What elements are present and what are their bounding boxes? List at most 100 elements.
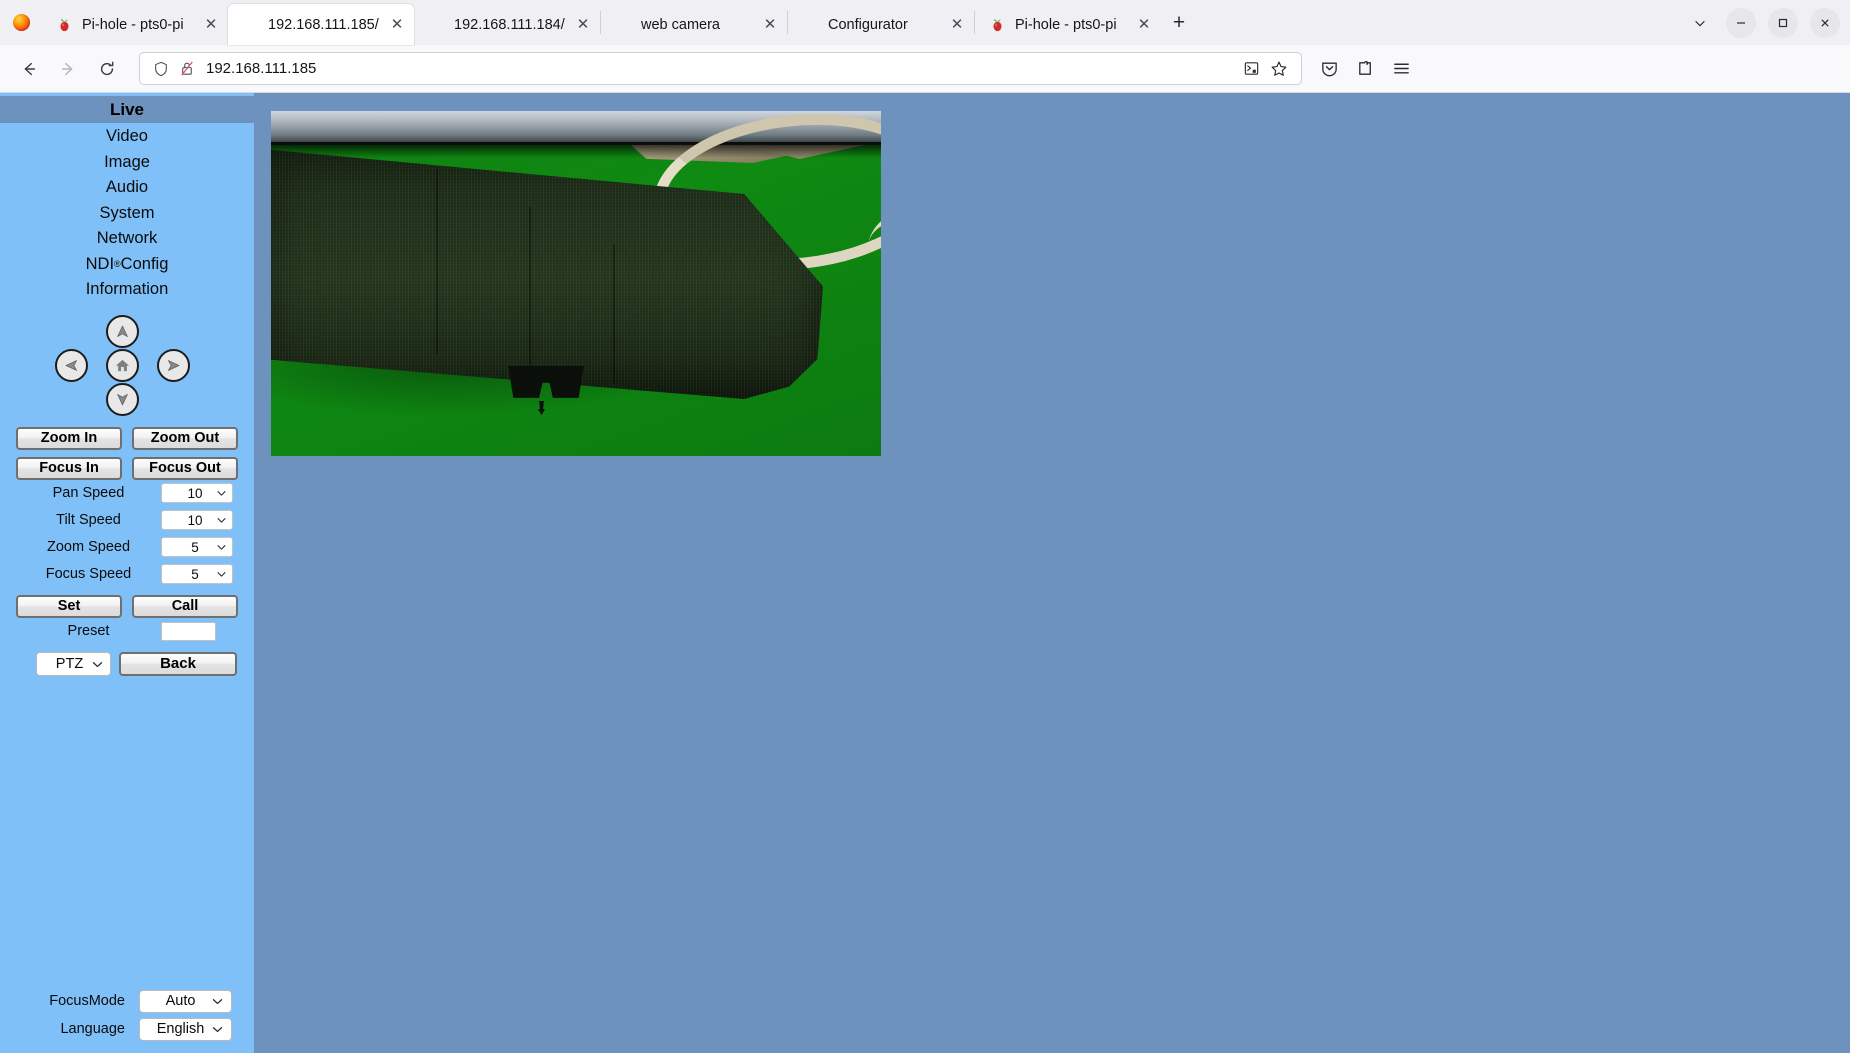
toolbar-end-group xyxy=(1310,52,1418,85)
control-mode-select[interactable]: PTZ xyxy=(36,651,111,676)
focus-speed-label: Focus Speed xyxy=(45,566,132,582)
pan-up-button[interactable] xyxy=(106,314,139,348)
tilt-speed-row: Tilt Speed 10 xyxy=(0,507,254,534)
chevron-down-icon xyxy=(217,516,226,525)
tab-close-icon[interactable]: ✕ xyxy=(759,14,781,36)
focus-in-button[interactable]: Focus In xyxy=(16,456,122,480)
pan-speed-row: Pan Speed 10 xyxy=(0,480,254,507)
forward-button-icon[interactable] xyxy=(49,52,86,85)
tab-title: Configurator xyxy=(828,16,908,33)
new-tab-button[interactable]: + xyxy=(1161,0,1197,45)
pan-down-button[interactable] xyxy=(106,382,139,416)
maximize-button[interactable] xyxy=(1762,0,1804,45)
zoom-in-button[interactable]: Zoom In xyxy=(16,426,122,450)
minimize-button[interactable] xyxy=(1720,0,1762,45)
page-title: Live xyxy=(0,96,254,123)
list-all-tabs-icon[interactable] xyxy=(1680,0,1720,45)
sidebar-item-system[interactable]: System xyxy=(0,201,254,227)
zoom-button-row: Zoom In Zoom Out xyxy=(0,426,254,450)
zoom-out-button[interactable]: Zoom Out xyxy=(132,426,238,450)
browser-tab[interactable]: Pi-hole - pts0-pi ✕ xyxy=(42,4,228,45)
pocket-save-icon[interactable] xyxy=(1312,52,1346,85)
tab-close-icon[interactable]: ✕ xyxy=(200,14,222,36)
focus-mode-row: FocusMode Auto xyxy=(0,987,254,1015)
browser-tab[interactable]: Pi-hole - pts0-pi ✕ xyxy=(975,4,1161,45)
pan-right-button[interactable] xyxy=(157,348,190,382)
tilt-speed-label: Tilt Speed xyxy=(56,512,121,528)
window-controls-group xyxy=(1680,0,1850,45)
focus-speed-select[interactable]: 5 xyxy=(161,564,233,584)
ndi-label: NDI xyxy=(85,254,115,273)
tab-close-icon[interactable]: ✕ xyxy=(386,14,408,36)
tab-strip: Pi-hole - pts0-pi ✕ 192.168.111.185/ ✕ 1… xyxy=(0,0,1850,45)
chevron-down-icon xyxy=(217,570,226,579)
zoom-speed-select[interactable]: 5 xyxy=(161,537,233,557)
tab-title: Pi-hole - pts0-pi xyxy=(82,16,184,33)
preset-label: Preset xyxy=(67,623,110,639)
tab-list: Pi-hole - pts0-pi ✕ 192.168.111.185/ ✕ 1… xyxy=(42,0,1680,45)
url-bar[interactable]: 192.168.111.185 xyxy=(139,52,1302,85)
home-button[interactable] xyxy=(106,348,139,382)
browser-tab[interactable]: web camera ✕ xyxy=(601,4,787,45)
set-preset-button[interactable]: Set xyxy=(16,594,122,618)
tab-title: 192.168.111.185/ xyxy=(268,16,379,33)
tilt-speed-select[interactable]: 10 xyxy=(161,510,233,530)
back-button-icon[interactable] xyxy=(10,52,47,85)
close-window-button[interactable] xyxy=(1804,0,1846,45)
camera-control-sidebar: Live Video Image Audio System Network ND… xyxy=(0,93,254,1053)
language-label: Language xyxy=(60,1021,125,1037)
tab-title: web camera xyxy=(641,16,720,33)
chevron-down-icon xyxy=(212,993,223,1009)
preset-row: Preset xyxy=(0,618,254,645)
ndi-suffix: Config xyxy=(120,254,169,273)
chevron-down-icon xyxy=(212,1021,223,1037)
pan-speed-select[interactable]: 10 xyxy=(161,483,233,503)
sidebar-footer: FocusMode Auto Language English xyxy=(0,987,254,1053)
tab-close-icon[interactable]: ✕ xyxy=(946,14,968,36)
firefox-logo-icon xyxy=(0,0,42,45)
reader-view-icon[interactable] xyxy=(1237,60,1265,77)
page-viewport: Live Video Image Audio System Network ND… xyxy=(0,93,1850,1053)
sidebar-item-network[interactable]: Network xyxy=(0,226,254,252)
sidebar-nav: Video Image Audio System Network NDI ® Co… xyxy=(0,123,254,303)
mode-row: PTZ Back xyxy=(0,651,254,676)
preset-button-row: Set Call xyxy=(0,594,254,618)
sidebar-item-ndi-config[interactable]: NDI ® Config xyxy=(0,252,254,278)
main-content xyxy=(254,93,1850,1053)
back-button[interactable]: Back xyxy=(119,651,237,676)
browser-tab[interactable]: 192.168.111.184/ ✕ xyxy=(414,4,600,45)
chevron-down-icon xyxy=(217,543,226,552)
language-select[interactable]: English xyxy=(139,1017,232,1041)
sidebar-item-information[interactable]: Information xyxy=(0,277,254,303)
registered-mark: ® xyxy=(114,259,121,270)
tab-close-icon[interactable]: ✕ xyxy=(572,14,594,36)
ptz-direction-pad xyxy=(0,314,254,420)
focus-speed-row: Focus Speed 5 xyxy=(0,561,254,588)
preset-input[interactable] xyxy=(161,621,216,641)
sidebar-item-video[interactable]: Video xyxy=(0,124,254,150)
video-fabric-seam xyxy=(529,207,531,372)
focus-out-button[interactable]: Focus Out xyxy=(132,456,238,480)
sidebar-item-image[interactable]: Image xyxy=(0,150,254,176)
navigation-toolbar: 192.168.111.185 xyxy=(0,45,1850,93)
extensions-icon[interactable] xyxy=(1348,52,1382,85)
pihole-icon xyxy=(989,16,1006,33)
reload-button-icon[interactable] xyxy=(88,52,125,85)
focus-mode-label: FocusMode xyxy=(49,993,125,1009)
bookmark-star-icon[interactable] xyxy=(1265,60,1293,78)
zoom-speed-row: Zoom Speed 5 xyxy=(0,534,254,561)
shield-icon[interactable] xyxy=(148,61,174,77)
live-video-feed[interactable] xyxy=(271,111,881,456)
pan-speed-label: Pan Speed xyxy=(52,485,125,501)
focus-mode-select[interactable]: Auto xyxy=(139,989,232,1013)
chevron-down-icon xyxy=(92,656,103,672)
tab-close-icon[interactable]: ✕ xyxy=(1133,14,1155,36)
call-preset-button[interactable]: Call xyxy=(132,594,238,618)
sidebar-item-audio[interactable]: Audio xyxy=(0,175,254,201)
browser-tab[interactable]: Configurator ✕ xyxy=(788,4,974,45)
broken-lock-icon[interactable] xyxy=(174,60,200,77)
video-fabric-seam xyxy=(613,244,615,384)
browser-tab-active[interactable]: 192.168.111.185/ ✕ xyxy=(228,4,414,45)
pan-left-button[interactable] xyxy=(55,348,88,382)
app-menu-icon[interactable] xyxy=(1384,52,1418,85)
